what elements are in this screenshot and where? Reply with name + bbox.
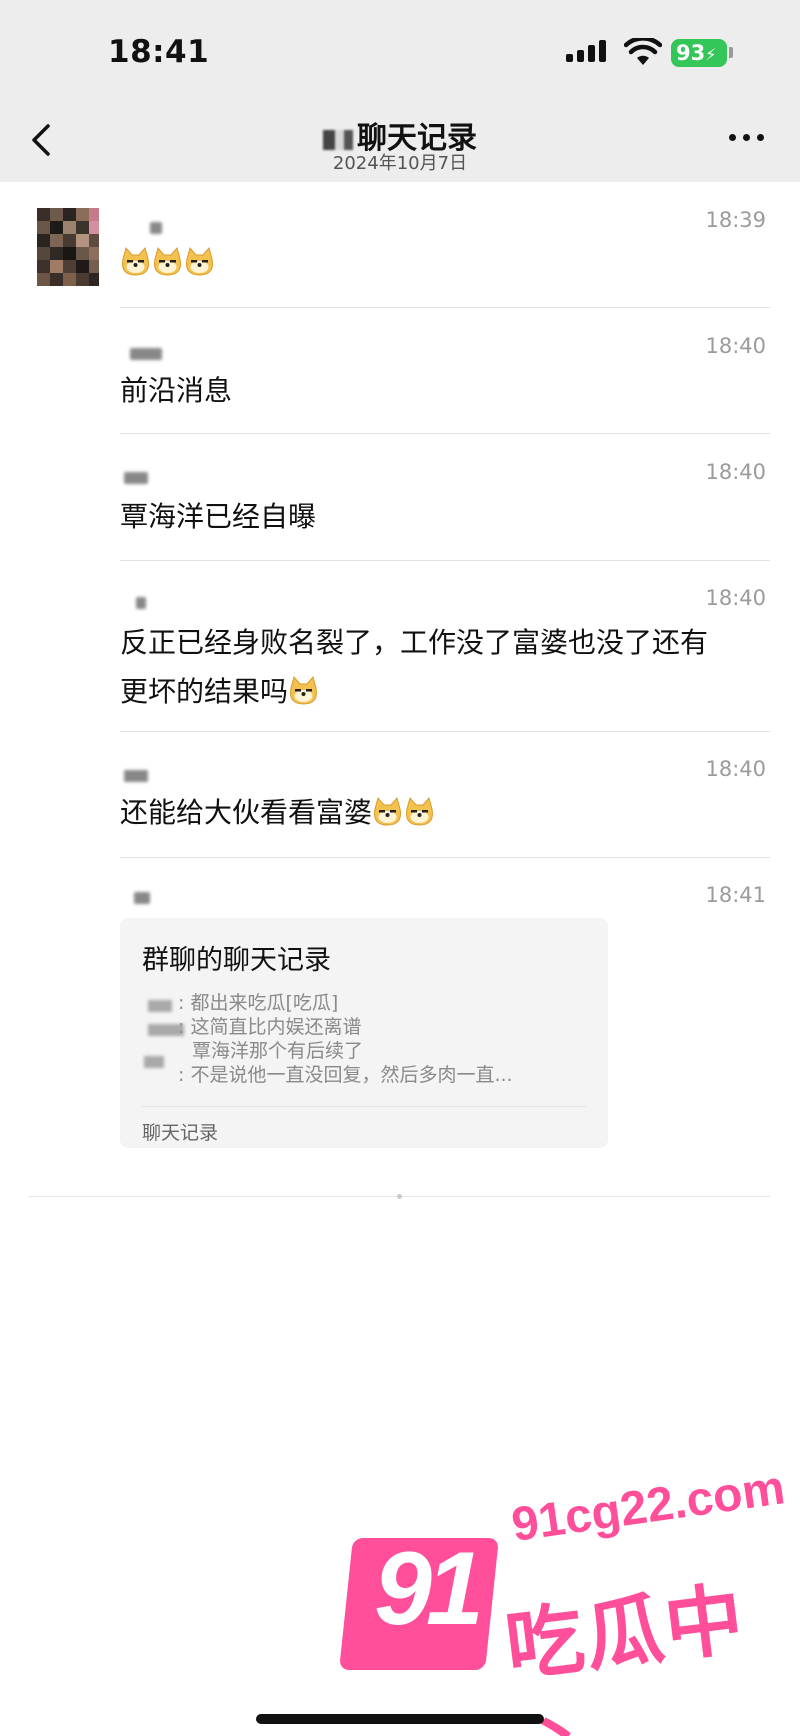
message-text-line: 反正已经身败名裂了，工作没了富婆也没了还有 xyxy=(120,626,709,659)
message-text: 覃海洋已经自曝 xyxy=(120,500,317,533)
avatar[interactable] xyxy=(37,208,99,286)
watermark-name: 吃瓜中心 xyxy=(500,1574,751,1736)
message-time: 18:39 xyxy=(705,208,766,232)
doge-emoji-icon xyxy=(372,795,403,826)
doge-emoji-icon xyxy=(152,245,183,276)
battery-tip xyxy=(729,47,733,58)
battery-level: 93 xyxy=(676,41,706,65)
message-text-part: 还能给大伙看看富婆 xyxy=(120,796,373,829)
redacted-name xyxy=(144,1056,164,1068)
wifi-icon xyxy=(624,38,662,65)
chat-record-title: 群聊的聊天记录 xyxy=(142,945,331,976)
battery-icon: 93⚡ xyxy=(671,39,727,67)
message-divider xyxy=(120,560,770,561)
watermark-url: 91cg22.com xyxy=(508,1461,789,1553)
redacted-name xyxy=(323,129,353,150)
chat-record-line: : 都出来吃瓜[吃瓜] xyxy=(178,992,339,1014)
message-text: 前沿消息 xyxy=(120,374,233,407)
sender-name xyxy=(130,348,162,360)
page-date: 2024年10月7日 xyxy=(332,153,468,174)
sender-name xyxy=(136,597,146,609)
sender-name xyxy=(150,222,162,234)
chat-record-line: : 不是说他一直没回复，然后多肉一直... xyxy=(178,1064,513,1086)
message-text xyxy=(120,240,760,286)
chat-record-card[interactable]: 群聊的聊天记录 : 都出来吃瓜[吃瓜] : 这简直比内娱还离谱 覃海洋那个有后续… xyxy=(120,918,608,1148)
sender-name xyxy=(124,472,148,484)
header-area: 18:41 93⚡ 聊天记录 2024年10月7日 xyxy=(0,0,800,182)
message-text: 还能给大伙看看富婆 xyxy=(120,790,760,836)
home-indicator[interactable] xyxy=(256,1714,544,1724)
sender-name xyxy=(134,892,150,904)
message-time: 18:40 xyxy=(705,586,766,610)
watermark-number: 91 xyxy=(374,1531,484,1647)
message-text-part: 更坏的结果吗 xyxy=(120,675,289,708)
doge-emoji-icon xyxy=(404,795,435,826)
message-time: 18:41 xyxy=(705,883,766,907)
message-divider xyxy=(120,731,770,732)
message-divider xyxy=(120,433,770,434)
card-divider xyxy=(142,1106,586,1107)
message-divider xyxy=(120,857,770,858)
end-dot xyxy=(397,1194,402,1199)
message-divider xyxy=(120,307,770,308)
chat-record-footer: 聊天记录 xyxy=(142,1122,219,1144)
chat-record-line: : 这简直比内娱还离谱 xyxy=(178,1016,362,1038)
doge-emoji-icon xyxy=(120,245,151,276)
status-time: 18:41 xyxy=(108,34,210,70)
message-time: 18:40 xyxy=(705,460,766,484)
redacted-name xyxy=(148,1000,172,1012)
chat-record-line: 覃海洋那个有后续了 xyxy=(192,1040,364,1062)
message-time: 18:40 xyxy=(705,757,766,781)
more-icon[interactable] xyxy=(727,130,767,144)
doge-emoji-icon xyxy=(288,674,319,705)
message-time: 18:40 xyxy=(705,334,766,358)
cellular-signal-icon xyxy=(566,40,610,62)
message-text-line: 更坏的结果吗 xyxy=(120,669,760,715)
sender-name xyxy=(124,770,148,782)
message-text: 反正已经身败名裂了，工作没了富婆也没了还有 更坏的结果吗 xyxy=(120,620,760,715)
doge-emoji-icon xyxy=(184,245,215,276)
